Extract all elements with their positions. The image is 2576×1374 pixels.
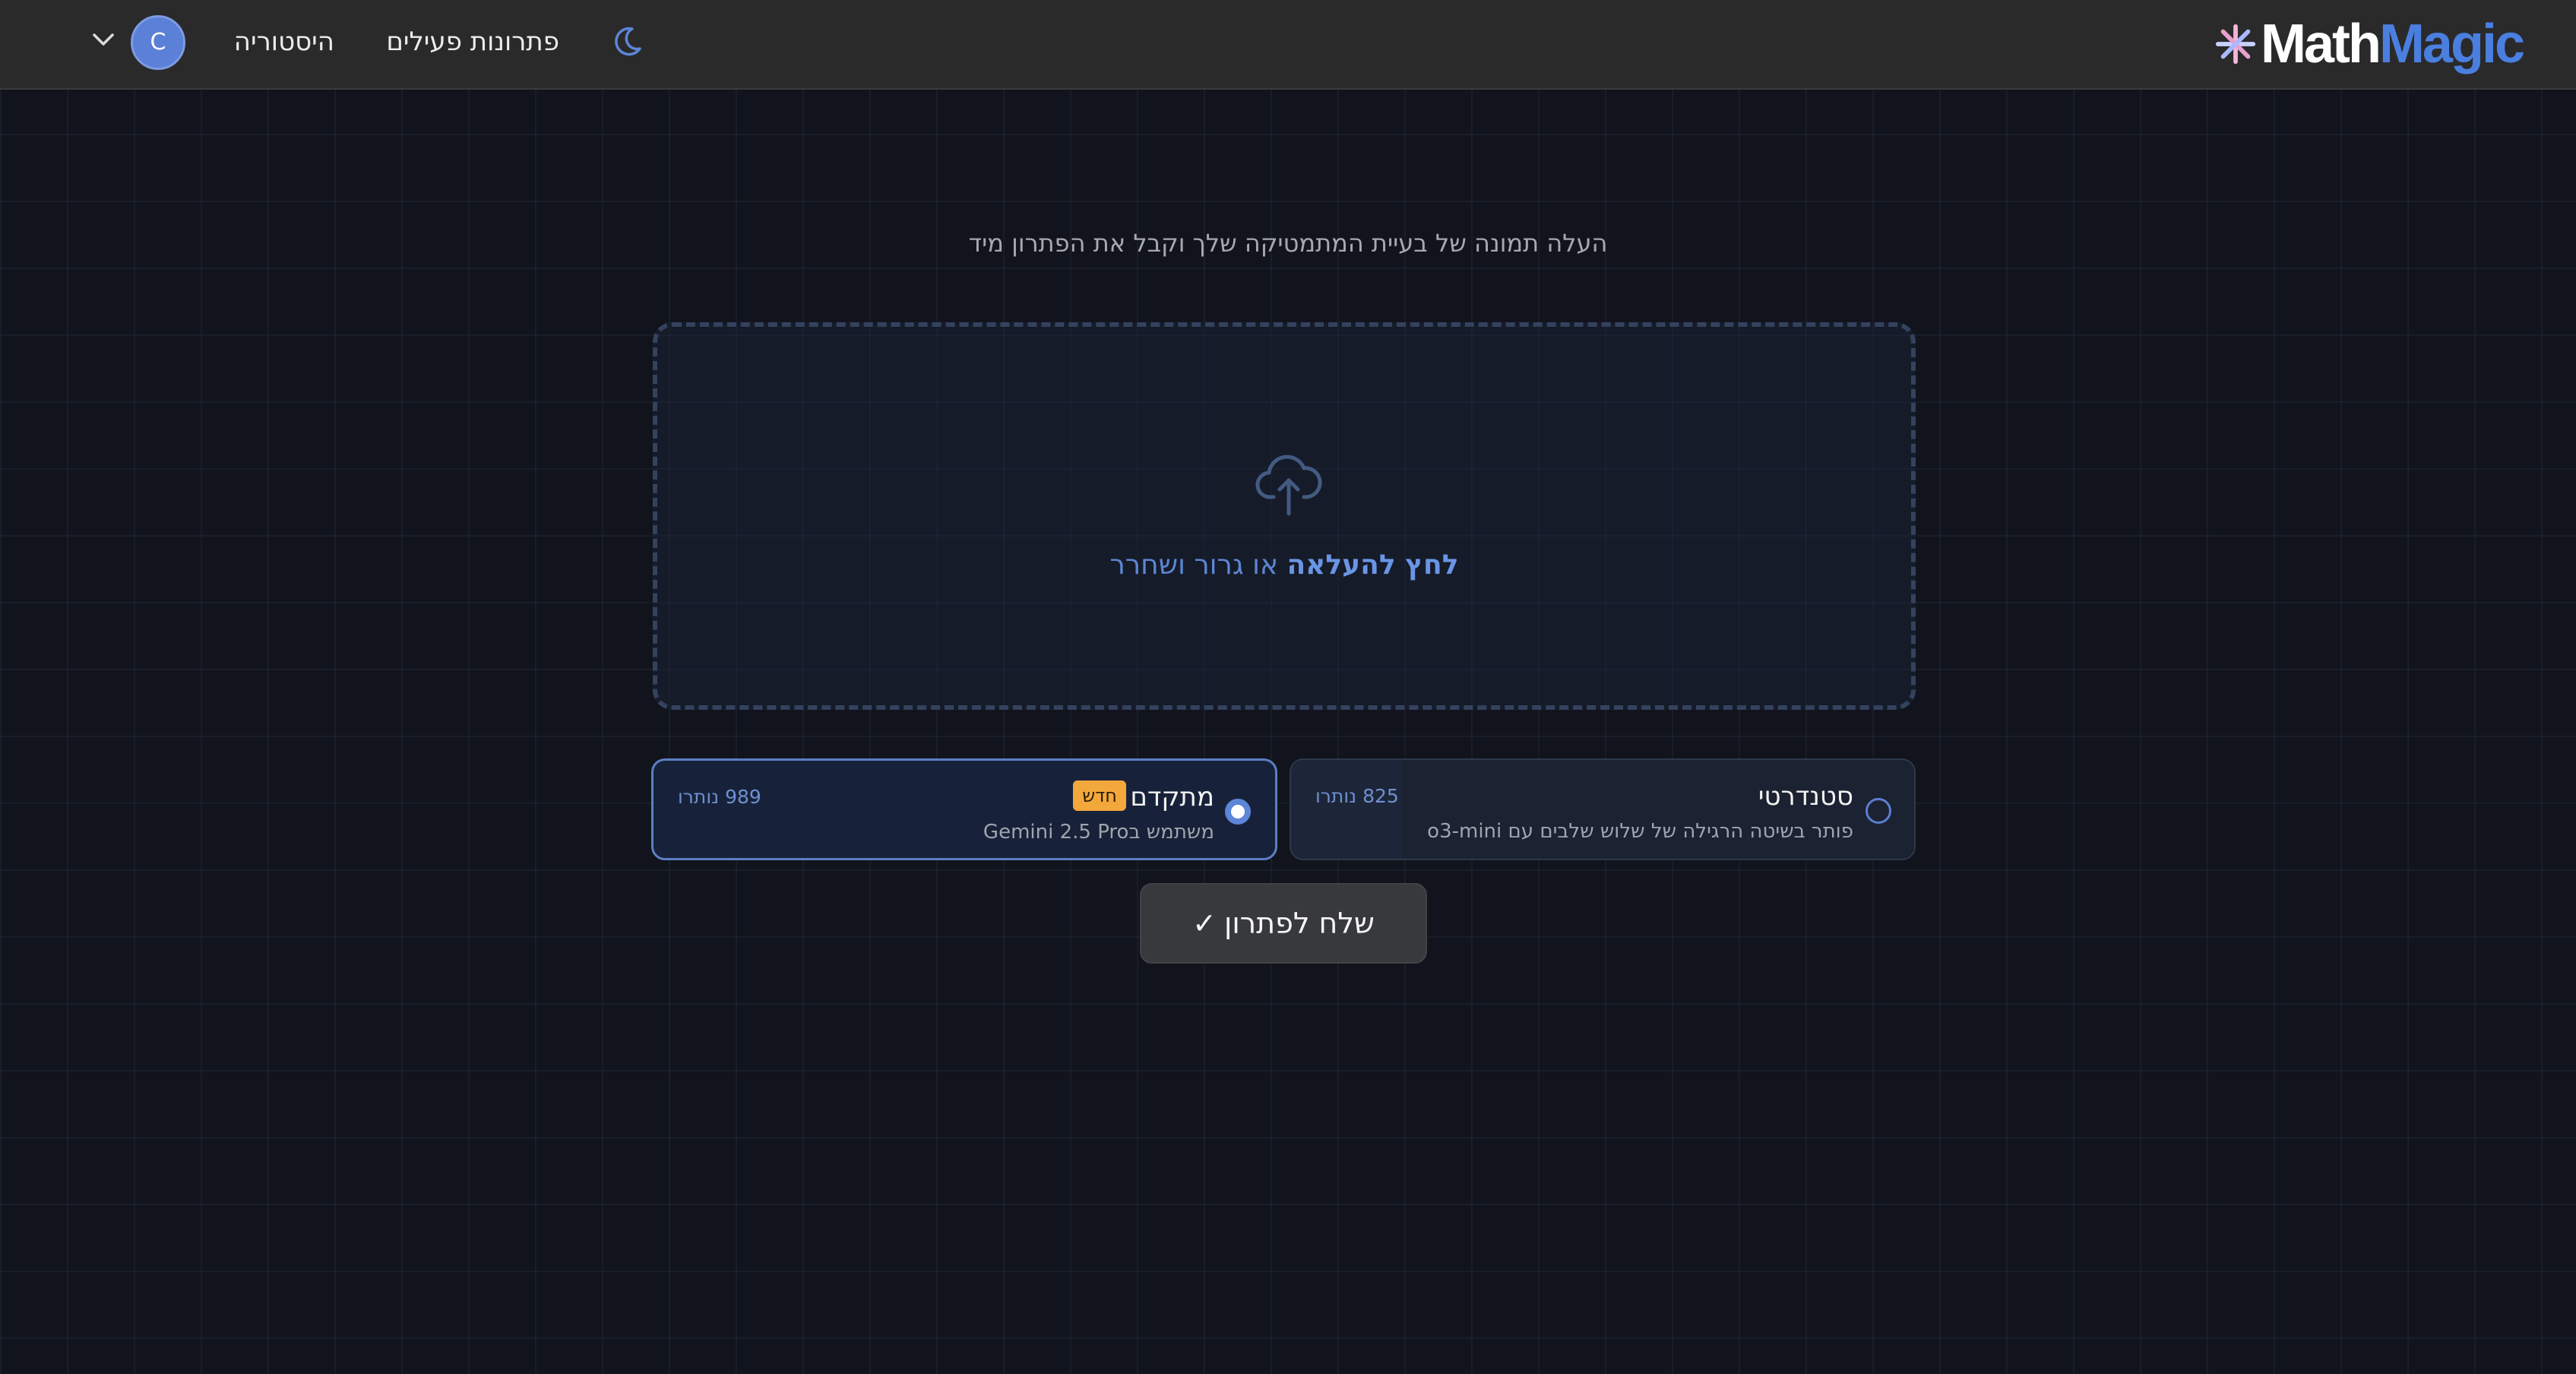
- new-badge: חדש: [1073, 780, 1126, 811]
- moon-icon[interactable]: [609, 23, 646, 59]
- nav-active-solutions[interactable]: פתרונות פעילים: [386, 23, 559, 61]
- nav-history[interactable]: היסטוריה: [234, 23, 334, 61]
- logo-text-math: Math: [2260, 14, 2381, 74]
- page-subtitle: העלה תמונה של בעיית המתמטיקה שלך וקבל את…: [968, 229, 1608, 258]
- option-advanced[interactable]: מתקדם חדש משתמש בGemini 2.5 Pro 989 נותר…: [651, 758, 1277, 860]
- upload-instructions: לחץ להעלאה או גרור ושחרר: [657, 544, 1911, 587]
- submit-button[interactable]: שלח לפתרון✓: [1140, 883, 1427, 964]
- top-navbar: MathMagic פתרונות פעילים היסטוריה C: [0, 0, 2576, 90]
- page-title: מורה למתמטיקה בכיס: [832, 134, 1744, 225]
- logo-text-magic: Magic: [2378, 14, 2525, 74]
- submit-label: שלח לפתרון: [1223, 907, 1375, 940]
- option-standard-remaining: 825 נותרו: [1315, 785, 1399, 807]
- option-standard[interactable]: סטנדרטי פותר בשיטה הרגילה של שלוש שלבים …: [1290, 758, 1916, 860]
- chevron-down-icon[interactable]: [90, 29, 117, 50]
- upload-drag-text: או גרור ושחרר: [1109, 549, 1287, 581]
- radio-standard[interactable]: [1866, 798, 1891, 824]
- radio-advanced[interactable]: [1225, 799, 1251, 825]
- option-advanced-description: משתמש בGemini 2.5 Pro: [983, 821, 1214, 844]
- check-icon: ✓: [1192, 907, 1217, 940]
- sparkle-icon: [2215, 24, 2256, 65]
- cloud-upload-icon: [1255, 454, 1322, 516]
- option-standard-description: פותר בשיטה הרגילה של שלוש שלבים עם o3-mi…: [1427, 820, 1853, 843]
- app-logo[interactable]: MathMagic: [2214, 6, 2525, 82]
- option-advanced-remaining: 989 נותרו: [678, 786, 761, 808]
- option-standard-title: סטנדרטי: [1758, 781, 1853, 812]
- upload-click-text[interactable]: לחץ להעלאה: [1286, 549, 1458, 581]
- upload-dropzone[interactable]: לחץ להעלאה או גרור ושחרר: [653, 322, 1916, 710]
- option-advanced-title: מתקדם: [1130, 782, 1214, 812]
- user-avatar[interactable]: C: [131, 15, 185, 70]
